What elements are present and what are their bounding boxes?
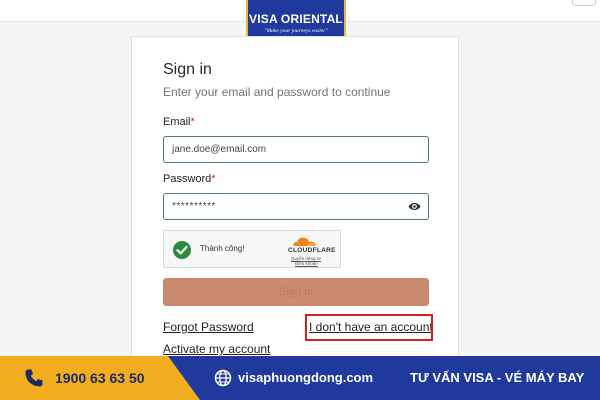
signin-card: Sign in Enter your email and password to…	[131, 36, 459, 366]
password-label: Password*	[163, 173, 216, 185]
globe-icon	[214, 369, 232, 387]
password-field[interactable]: **********	[163, 193, 429, 220]
email-value: jane.doe@email.com	[172, 144, 267, 155]
eye-icon[interactable]	[408, 201, 421, 212]
no-account-highlight-box	[305, 314, 433, 341]
page-subtitle: Enter your email and password to continu…	[163, 85, 391, 99]
brand-name: VISA ORIENTAL	[249, 12, 343, 26]
footer-services: TƯ VẤN VISA - VÉ MÁY BAY	[410, 370, 585, 385]
phone-icon	[25, 369, 43, 387]
footer-banner: 1900 63 63 50 visaphuongdong.com TƯ VẤN …	[0, 356, 600, 400]
email-field[interactable]: jane.doe@email.com	[163, 136, 429, 163]
footer-phone: 1900 63 63 50	[55, 370, 145, 386]
top-right-button[interactable]	[572, 0, 596, 6]
page-title: Sign in	[163, 61, 212, 78]
email-required-mark: *	[190, 116, 195, 128]
forgot-password-link[interactable]: Forgot Password	[163, 320, 254, 334]
email-label: Email*	[163, 116, 195, 128]
email-label-text: Email	[163, 116, 191, 128]
password-required-mark: *	[211, 173, 216, 185]
cloudflare-wordmark: CLOUDFLARE	[288, 247, 336, 254]
sign-in-button[interactable]: Sign In	[163, 278, 429, 306]
brand-slogan: "Make your journeys easier"	[264, 28, 328, 34]
cloudflare-cloud-icon	[293, 237, 316, 246]
cloudflare-captcha[interactable]: Thành công! CLOUDFLARE Quyền riêng tư Đi…	[163, 230, 341, 268]
activate-account-link[interactable]: Activate my account	[163, 342, 270, 356]
success-check-icon	[173, 241, 191, 259]
captcha-terms-link[interactable]: Điều khoản	[295, 261, 318, 266]
password-value: **********	[172, 201, 216, 212]
password-label-text: Password	[163, 173, 212, 185]
captcha-status: Thành công!	[200, 244, 245, 253]
footer-website: visaphuongdong.com	[238, 370, 374, 385]
